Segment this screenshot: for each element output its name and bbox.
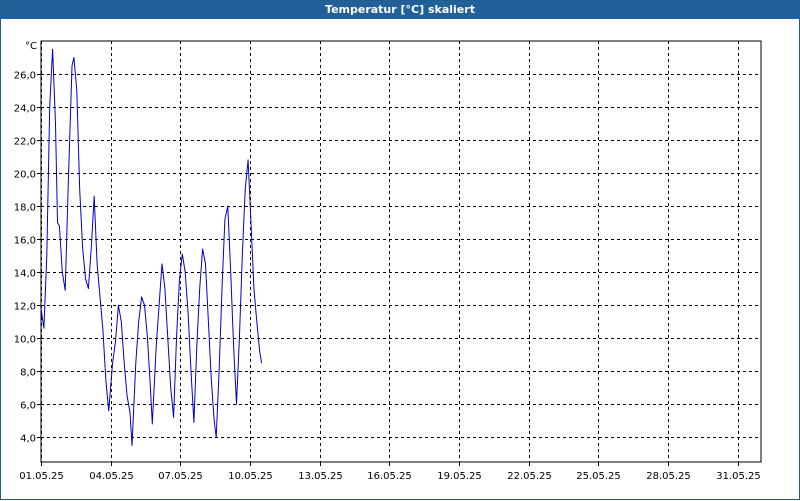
- y-tick-label: 16,0: [14, 236, 36, 247]
- y-axis-unit: °C: [25, 41, 37, 52]
- temperature-series-line: [40, 48, 263, 446]
- y-tick-label: 12,0: [14, 302, 36, 313]
- x-tick-label: 04.05.25: [89, 471, 134, 482]
- x-tick-label: 16.05.25: [367, 471, 412, 482]
- y-tick-label: 24,0: [14, 104, 36, 115]
- series: [40, 48, 263, 446]
- x-tick-label: 01.05.25: [19, 471, 64, 482]
- y-axis: 4,0 6,0 8,0 10,0 12,0 14,0 16,0 18,0 20,0 22,0 24,…: [14, 71, 41, 445]
- y-tick-label: 8,0: [20, 368, 36, 379]
- x-tick-label: 13.05.25: [298, 471, 343, 482]
- x-tick-label: 31.05.25: [716, 471, 761, 482]
- x-tick-label: 25.05.25: [576, 471, 621, 482]
- x-tick-label: 22.05.25: [507, 471, 552, 482]
- y-tick-label: 4,0: [20, 434, 36, 445]
- y-tick-label: 20,0: [14, 170, 36, 181]
- grid: [41, 41, 761, 462]
- chart-window: Temperatur [°C] skaliert °C 4,0 6,0 8,0 10,…: [0, 0, 800, 500]
- x-tick-label: 28.05.25: [646, 471, 691, 482]
- plot-frame: [40, 40, 762, 463]
- y-tick-label: 18,0: [14, 203, 36, 214]
- x-tick-label: 07.05.25: [158, 471, 203, 482]
- y-tick-label: 10,0: [14, 335, 36, 346]
- y-tick-label: 6,0: [20, 401, 36, 412]
- y-tick-label: 22,0: [14, 137, 36, 148]
- temperature-chart: °C 4,0 6,0 8,0 10,0 12,0 14,0 16,0 18,0 20,0 22,0…: [14, 40, 762, 482]
- x-axis: 01.05.25 04.05.25 07.05.25 10.05.25 13.05.25…: [19, 462, 761, 482]
- y-tick-label: 26,0: [14, 71, 36, 82]
- x-tick-label: 10.05.25: [228, 471, 273, 482]
- y-tick-label: 14,0: [14, 269, 36, 280]
- x-tick-label: 19.05.25: [437, 471, 482, 482]
